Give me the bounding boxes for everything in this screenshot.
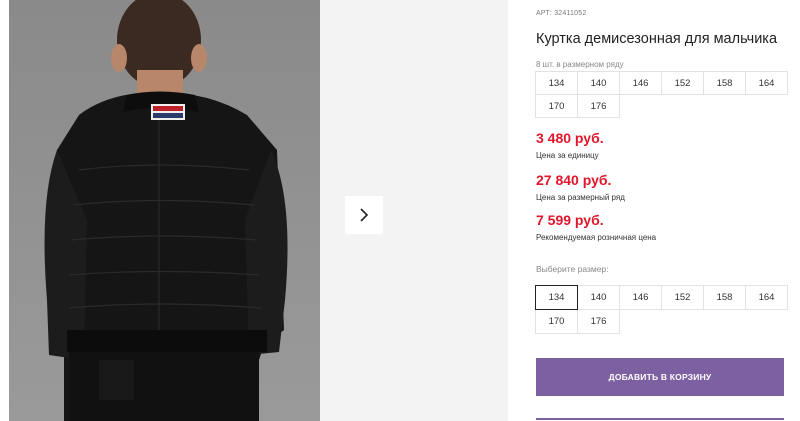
product-title: Куртка демисезонная для мальчика <box>536 31 778 47</box>
secondary-button-edge[interactable] <box>536 418 784 420</box>
boy-jacket-image <box>9 0 320 421</box>
pack-sizes-grid: 134 140 146 152 158 164 170 176 <box>535 71 788 118</box>
retail-price: 7 599 руб. <box>536 212 604 228</box>
pack-size: 164 <box>745 71 788 95</box>
pack-size: 134 <box>535 71 578 95</box>
unit-price-label: Цена за единицу <box>536 151 599 160</box>
size-option-152[interactable]: 152 <box>661 285 704 310</box>
pack-size: 170 <box>535 94 578 118</box>
pack-size-label: 8 шт. в размерном ряду <box>536 60 624 69</box>
size-option-170[interactable]: 170 <box>535 309 578 334</box>
size-option-176[interactable]: 176 <box>577 309 620 334</box>
size-option-134[interactable]: 134 <box>535 285 578 310</box>
unit-price: 3 480 руб. <box>536 130 604 146</box>
size-option-164[interactable]: 164 <box>745 285 788 310</box>
pack-price-label: Цена за размерный ряд <box>536 193 625 202</box>
add-to-cart-button[interactable]: ДОБАВИТЬ В КОРЗИНУ <box>536 358 784 396</box>
product-photo <box>9 0 320 421</box>
pack-size: 140 <box>577 71 620 95</box>
size-selector: 134 140 146 152 158 164 170 176 <box>535 285 788 334</box>
chevron-right-icon <box>360 208 369 222</box>
product-page: АРТ: 32411052 Куртка демисезонная для ма… <box>0 0 800 421</box>
pack-size: 146 <box>619 71 662 95</box>
size-option-140[interactable]: 140 <box>577 285 620 310</box>
pack-size: 176 <box>577 94 620 118</box>
article-number: АРТ: 32411052 <box>536 10 587 17</box>
pack-size: 152 <box>661 71 704 95</box>
size-select-label: Выберите размер: <box>536 264 609 274</box>
gallery-next-button[interactable] <box>345 196 383 234</box>
pack-price: 27 840 руб. <box>536 172 612 188</box>
pack-size: 158 <box>703 71 746 95</box>
retail-price-label: Рекомендуемая розничная цена <box>536 233 657 242</box>
size-option-146[interactable]: 146 <box>619 285 662 310</box>
size-option-158[interactable]: 158 <box>703 285 746 310</box>
